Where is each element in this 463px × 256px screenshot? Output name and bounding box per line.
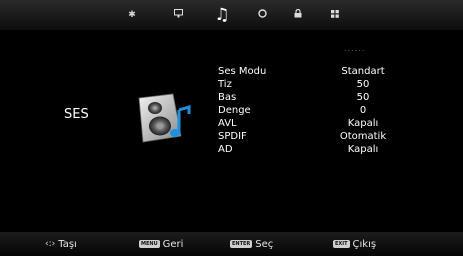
scroll-indicator: ...... [344, 44, 366, 53]
menu-key-icon: MENU [139, 240, 160, 248]
setting-label: Tiz [218, 79, 232, 90]
monitor-icon [173, 9, 183, 21]
speaker-icon [138, 93, 191, 143]
setting-value: Kapalı [347, 118, 379, 129]
hint-select-label: Seç [255, 238, 274, 250]
hint-back-label: Geri [162, 238, 184, 250]
setting-row-bass[interactable]: Bas 50 [218, 92, 418, 104]
setting-label: AD [218, 144, 233, 155]
hint-back: MENU Geri [139, 232, 183, 256]
setting-row-treble[interactable]: Tiz 50 [218, 79, 418, 91]
setting-row-balance[interactable]: Denge 0 [218, 105, 418, 117]
setting-value: 50 [356, 92, 370, 103]
hint-move: ‹:› Taşı [45, 232, 77, 256]
grid-icon [331, 9, 339, 21]
enter-key-icon: ENTER [230, 240, 253, 248]
tab-picture[interactable] [164, 0, 192, 30]
gear-icon: ✱ [128, 10, 136, 20]
setting-label: AVL [218, 118, 237, 129]
hint-move-label: Taşı [58, 238, 77, 250]
hint-select: ENTER Seç [230, 232, 273, 256]
music-note-icon: ♫ [214, 5, 230, 25]
setting-row-avl[interactable]: AVL Kapalı [218, 118, 418, 130]
hint-exit: EXIT Çıkış [333, 232, 376, 256]
tab-lock[interactable] [284, 0, 312, 30]
clock-icon [257, 9, 267, 21]
footer-hint-bar: ‹:› Taşı MENU Geri ENTER Seç EXIT Çıkış [0, 232, 463, 256]
setting-value: Otomatik [339, 131, 387, 142]
exit-key-icon: EXIT [333, 240, 350, 248]
tab-setup[interactable] [321, 0, 349, 30]
setting-label: SPDIF [218, 131, 247, 142]
setting-row-ad[interactable]: AD Kapalı [218, 144, 418, 156]
setting-label: Denge [218, 105, 251, 116]
setting-value: Kapalı [347, 144, 379, 155]
setting-label: Ses Modu [218, 66, 267, 77]
section-title: SES [64, 107, 89, 122]
tab-time[interactable] [248, 0, 276, 30]
lock-icon [294, 8, 302, 21]
setting-value: 0 [359, 105, 367, 116]
top-menu-bar: ✱ ♫ [0, 0, 463, 30]
tab-sound[interactable]: ♫ [208, 0, 236, 30]
setting-row-spdif[interactable]: SPDIF Otomatik [218, 131, 418, 143]
arrows-icon: ‹:› [45, 239, 56, 249]
hint-exit-label: Çıkış [352, 238, 377, 250]
tab-settings[interactable]: ✱ [118, 0, 146, 30]
setting-value: 50 [356, 79, 370, 90]
setting-row-sound-mode[interactable]: Ses Modu Standart [218, 66, 418, 78]
setting-value: Standart [341, 66, 385, 77]
setting-label: Bas [218, 92, 237, 103]
